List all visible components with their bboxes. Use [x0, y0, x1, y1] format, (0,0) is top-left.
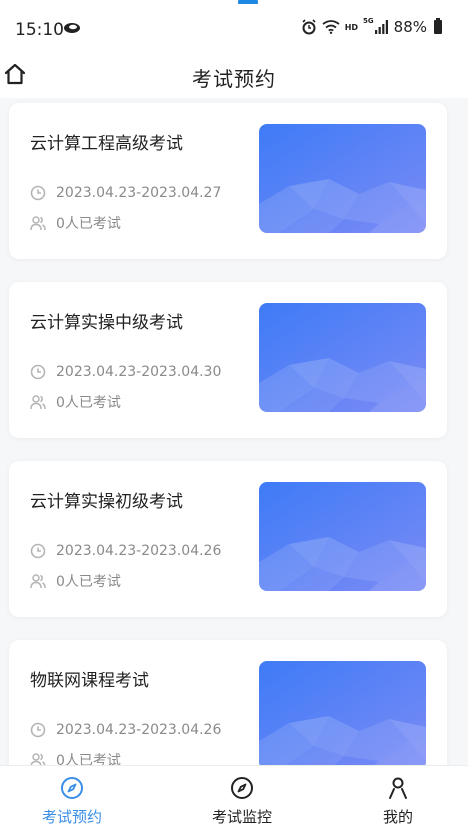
- status-right-group: HD 5G 88%: [301, 17, 442, 36]
- exam-takers: 0人已考试: [56, 574, 121, 590]
- tab-exam-booking[interactable]: 考试预约: [17, 766, 127, 833]
- exam-takers-row: 0人已考试: [30, 571, 121, 591]
- exam-thumbnail: [259, 661, 426, 770]
- status-bar: 15:10 HD 5G 88%: [0, 0, 468, 58]
- top-indicator: [238, 0, 258, 4]
- exam-takers-row: 0人已考试: [30, 213, 121, 233]
- status-time: 15:10: [15, 20, 64, 40]
- clock-icon: [30, 185, 46, 201]
- person-icon: [389, 777, 407, 799]
- wifi-icon: [322, 20, 340, 34]
- exam-name: 云计算工程高级考试: [30, 134, 183, 154]
- battery-percent: 88%: [393, 18, 427, 36]
- exam-date-row: 2023.04.23-2023.04.27: [30, 185, 221, 201]
- exam-date-row: 2023.04.23-2023.04.30: [30, 364, 221, 380]
- exam-date-row: 2023.04.23-2023.04.26: [30, 543, 221, 559]
- clock-icon: [30, 543, 46, 559]
- page-header: 考试预约: [0, 58, 468, 98]
- tab-mine[interactable]: 我的: [343, 766, 453, 833]
- exam-thumbnail: [259, 124, 426, 233]
- exam-card[interactable]: 云计算工程高级考试 2023.04.23-2023.04.27 0人已考试: [9, 103, 447, 259]
- alarm-icon: [302, 19, 316, 35]
- page-title: 考试预约: [192, 67, 276, 91]
- exam-name: 云计算实操初级考试: [30, 492, 183, 512]
- exam-card[interactable]: 云计算实操初级考试 2023.04.23-2023.04.26 0人已考试: [9, 461, 447, 617]
- exam-takers-row: 0人已考试: [30, 392, 121, 412]
- exam-thumbnail: [259, 303, 426, 412]
- clock-icon: [30, 364, 46, 380]
- exam-card[interactable]: 云计算实操中级考试 2023.04.23-2023.04.30 0人已考试: [9, 282, 447, 438]
- network-badge: 5G: [363, 17, 374, 25]
- tab-label: 考试预约: [41, 808, 102, 826]
- exam-date-range: 2023.04.23-2023.04.30: [56, 364, 222, 380]
- compass-icon: [231, 777, 253, 799]
- exam-thumbnail: [259, 482, 426, 591]
- people-icon: [30, 216, 46, 231]
- clock-icon: [30, 722, 46, 738]
- bottom-tab-bar: 考试预约 考试监控 我的: [0, 765, 468, 833]
- hd-badge: HD: [344, 22, 359, 32]
- exam-takers: 0人已考试: [56, 395, 121, 411]
- tab-label: 我的: [382, 808, 413, 826]
- people-icon: [30, 574, 46, 589]
- signal-icon: [374, 20, 388, 34]
- exam-name: 物联网课程考试: [30, 671, 149, 691]
- exam-date-range: 2023.04.23-2023.04.27: [56, 185, 222, 201]
- battery-icon: [434, 18, 442, 34]
- exam-date-range: 2023.04.23-2023.04.26: [56, 543, 222, 559]
- tab-exam-monitor[interactable]: 考试监控: [187, 766, 297, 833]
- cloud-icon: [64, 23, 80, 33]
- people-icon: [30, 395, 46, 410]
- compass-icon: [61, 777, 83, 799]
- tab-label: 考试监控: [211, 808, 272, 826]
- exam-date-row: 2023.04.23-2023.04.26: [30, 722, 221, 738]
- exam-name: 云计算实操中级考试: [30, 313, 183, 333]
- exam-takers: 0人已考试: [56, 216, 121, 232]
- exam-date-range: 2023.04.23-2023.04.26: [56, 722, 222, 738]
